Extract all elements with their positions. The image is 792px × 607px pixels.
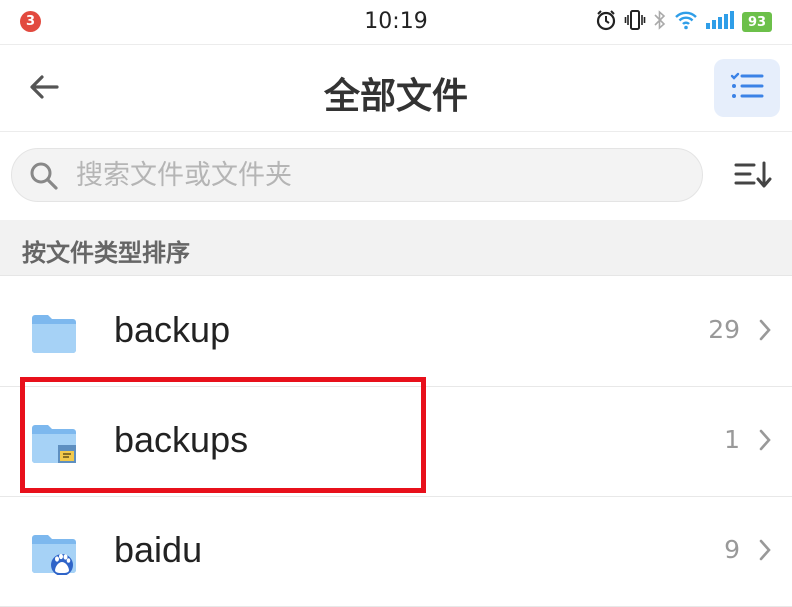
chevron-right-icon (758, 538, 772, 566)
search-input[interactable] (76, 149, 676, 201)
search-row (0, 132, 792, 220)
nav-bar: 全部文件 (0, 44, 792, 132)
folder-icon (30, 311, 78, 355)
vibrate-icon (624, 9, 646, 35)
list-item[interactable]: backup 29 (0, 277, 792, 387)
sort-button[interactable] (728, 152, 778, 202)
list-mode-button[interactable] (714, 59, 780, 117)
file-count: 29 (708, 315, 740, 344)
folder-baidu-icon (30, 531, 78, 576)
wifi-icon (674, 10, 698, 34)
file-name: backup (114, 309, 231, 350)
chevron-right-icon (758, 318, 772, 346)
status-bar: 3 10:19 93 (0, 0, 792, 44)
page-title: 全部文件 (323, 76, 468, 117)
sort-descending-icon (734, 160, 772, 194)
section-label: 按文件类型排序 (22, 239, 190, 267)
signal-icon (705, 10, 735, 34)
folder-archive-icon (30, 421, 78, 465)
battery-icon: 93 (742, 12, 772, 32)
checklist-icon (730, 72, 764, 104)
alarm-icon (595, 9, 617, 35)
bluetooth-icon (653, 9, 667, 35)
section-header: 按文件类型排序 (0, 220, 792, 276)
file-count: 9 (724, 535, 740, 564)
list-item[interactable]: backups 1 (0, 387, 792, 497)
file-count: 1 (724, 425, 740, 454)
file-name: backups (114, 419, 249, 460)
list-item[interactable]: baidu 9 (0, 497, 792, 607)
chevron-right-icon (758, 428, 772, 456)
file-name: baidu (114, 529, 203, 570)
file-list: backup 29 backups 1 baidu 9 (0, 277, 792, 607)
search-icon (28, 160, 60, 196)
status-icons: 93 (595, 10, 772, 34)
search-box[interactable] (11, 148, 703, 202)
